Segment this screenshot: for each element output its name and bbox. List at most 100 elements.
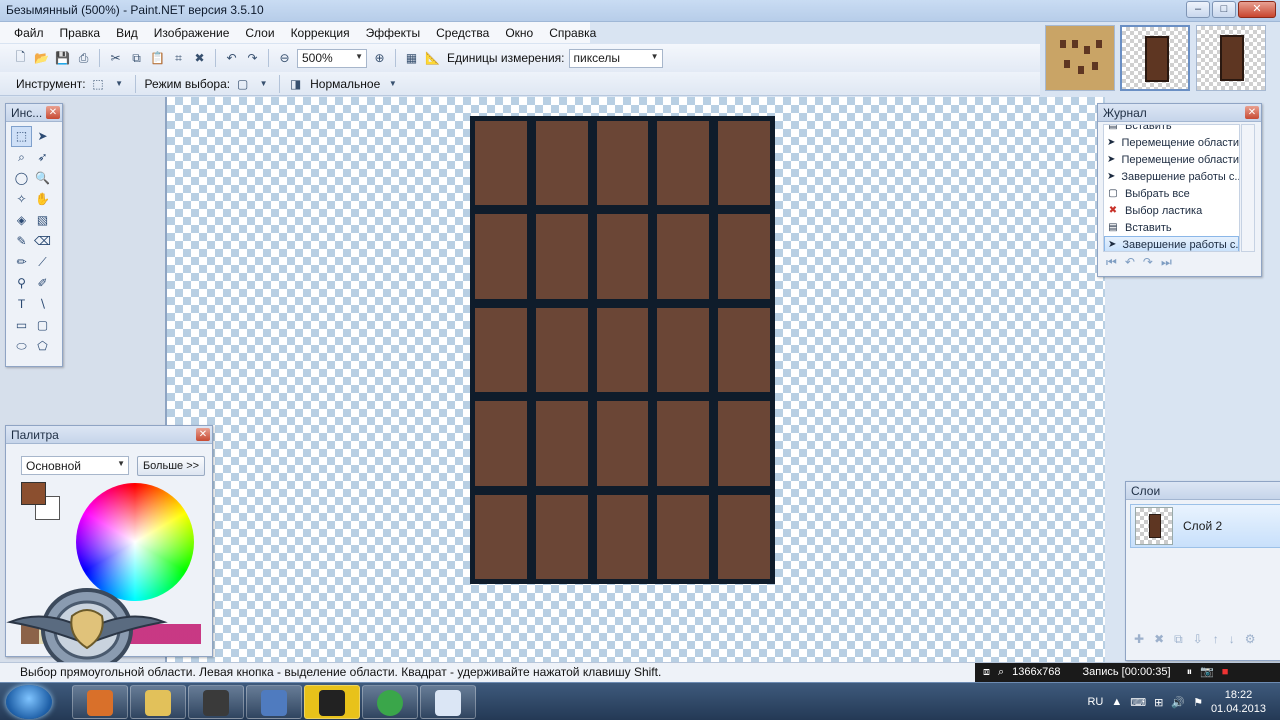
taskbar-app-paintnet[interactable] bbox=[420, 685, 476, 719]
taskbar-app-utorrent[interactable] bbox=[362, 685, 418, 719]
history-item[interactable]: ▤ Вставить bbox=[1104, 219, 1239, 236]
history-item[interactable]: ✖ Выбор ластика bbox=[1104, 202, 1239, 219]
menu-adjustments[interactable]: Коррекция bbox=[283, 26, 358, 40]
chevron-down-icon[interactable]: ▼ bbox=[111, 75, 128, 92]
volume-icon[interactable]: 🔊 bbox=[1171, 696, 1185, 709]
lasso-select-icon[interactable]: ⌕ bbox=[11, 147, 32, 168]
menu-effects[interactable]: Эффекты bbox=[358, 26, 429, 40]
menu-utilities[interactable]: Средства bbox=[428, 26, 497, 40]
search-icon[interactable]: ⌕ bbox=[998, 663, 1004, 682]
close-icon[interactable]: ✕ bbox=[46, 106, 60, 119]
clone-stamp-icon[interactable]: ⚲ bbox=[11, 273, 32, 294]
layer-properties-icon[interactable]: ⚙ bbox=[1245, 632, 1256, 647]
stop-icon[interactable]: ■ bbox=[1222, 663, 1229, 682]
open-file-icon[interactable]: 📂 bbox=[33, 50, 50, 67]
pan-icon[interactable]: ✋ bbox=[32, 189, 53, 210]
taskbar-app-player[interactable] bbox=[188, 685, 244, 719]
gradient-icon[interactable]: ▧ bbox=[32, 210, 53, 231]
more-colors-button[interactable]: Больше >> bbox=[137, 456, 205, 476]
duplicate-layer-icon[interactable]: ⧉ bbox=[1174, 632, 1183, 647]
history-item[interactable]: ▢ Выбрать все bbox=[1104, 185, 1239, 202]
image-thumbnail[interactable] bbox=[1120, 25, 1190, 91]
units-combo[interactable]: пикселы ▼ bbox=[568, 48, 663, 68]
taskbar-app-explorer[interactable] bbox=[130, 685, 186, 719]
palette-panel-header[interactable]: Палитра ✕ bbox=[6, 426, 212, 444]
rewind-icon[interactable]: ⏮ bbox=[1106, 255, 1117, 270]
close-button[interactable]: ✕ bbox=[1238, 1, 1276, 18]
camera-icon[interactable]: 📷 bbox=[1200, 663, 1214, 682]
delete-layer-icon[interactable]: ✖ bbox=[1154, 632, 1164, 647]
taskbar-app-browser[interactable] bbox=[72, 685, 128, 719]
menu-file[interactable]: Файл bbox=[6, 26, 52, 40]
close-icon[interactable]: ✕ bbox=[1245, 106, 1259, 119]
history-item[interactable]: ➤ Перемещение области bbox=[1104, 151, 1239, 168]
history-scrollbar[interactable] bbox=[1241, 124, 1255, 252]
layers-panel-header[interactable]: Слои bbox=[1126, 482, 1280, 500]
recolor-icon[interactable]: ✐ bbox=[32, 273, 53, 294]
rulers-icon[interactable]: 📐 bbox=[424, 50, 441, 67]
paste-icon[interactable]: 📋 bbox=[149, 50, 166, 67]
menu-image[interactable]: Изображение bbox=[146, 26, 238, 40]
pause-icon[interactable]: ⏸ bbox=[1187, 663, 1193, 682]
rectangle-icon[interactable]: ▭ bbox=[11, 315, 32, 336]
undo-icon[interactable]: ↶ bbox=[1125, 255, 1135, 270]
redo-icon[interactable]: ↷ bbox=[1143, 255, 1153, 270]
freeform-shape-icon[interactable]: ⬠ bbox=[32, 336, 53, 357]
zoom-in-icon[interactable]: ⊕ bbox=[371, 50, 388, 67]
primary-color-swatch[interactable] bbox=[21, 482, 46, 505]
tray-up-icon[interactable]: ▲ bbox=[1111, 696, 1122, 708]
add-layer-icon[interactable]: ✚ bbox=[1134, 632, 1144, 647]
move-layer-down-icon[interactable]: ↓ bbox=[1229, 632, 1235, 647]
maximize-button[interactable]: □ bbox=[1212, 1, 1236, 18]
chevron-down-icon[interactable]: ▼ bbox=[255, 75, 272, 92]
history-item[interactable]: ➤ Завершение работы с... bbox=[1104, 168, 1239, 185]
rect-select-icon[interactable]: ⬚ bbox=[11, 126, 32, 147]
image-thumbnail[interactable] bbox=[1045, 25, 1115, 91]
color-picker-icon[interactable]: ⟋ bbox=[32, 252, 53, 273]
move-selected-icon[interactable]: ➶ bbox=[32, 147, 53, 168]
blend-mode-value[interactable]: Нормальное bbox=[310, 77, 380, 91]
eraser-icon[interactable]: ⌫ bbox=[32, 231, 53, 252]
history-panel-header[interactable]: Журнал ✕ bbox=[1098, 104, 1261, 122]
paint-bucket-icon[interactable]: ◈ bbox=[11, 210, 32, 231]
crop-icon[interactable]: ⌗ bbox=[170, 50, 187, 67]
move-selection-icon[interactable]: ➤ bbox=[32, 126, 53, 147]
network-icon[interactable]: ⊞ bbox=[1154, 696, 1163, 709]
zoom-icon[interactable]: 🔍 bbox=[32, 168, 53, 189]
taskbar-app-aimp[interactable] bbox=[304, 685, 360, 719]
layer-row[interactable]: Слой 2 bbox=[1130, 504, 1280, 548]
language-indicator[interactable]: RU bbox=[1087, 696, 1103, 708]
flag-icon[interactable]: ⚑ bbox=[1193, 696, 1203, 709]
image-thumbnail[interactable] bbox=[1196, 25, 1266, 91]
save-icon[interactable]: 💾 bbox=[54, 50, 71, 67]
new-file-icon[interactable]: 🗋 bbox=[12, 50, 29, 67]
pencil-icon[interactable]: ✏ bbox=[11, 252, 32, 273]
merge-layer-icon[interactable]: ⇩ bbox=[1193, 632, 1203, 647]
history-item[interactable]: ➤ Перемещение области bbox=[1104, 134, 1239, 151]
move-layer-up-icon[interactable]: ↑ bbox=[1213, 632, 1219, 647]
ellipse-select-icon[interactable]: ◯ bbox=[11, 168, 32, 189]
taskbar-app-virtualbox[interactable] bbox=[246, 685, 302, 719]
rounded-rectangle-icon[interactable]: ▢ bbox=[32, 315, 53, 336]
resize-icon[interactable]: ⧈ bbox=[983, 663, 990, 682]
tray-device-icon[interactable]: ⌨ bbox=[1130, 696, 1146, 709]
palette-mode-combo[interactable]: Основной ▼ bbox=[21, 456, 129, 475]
grid-icon[interactable]: ▦ bbox=[403, 50, 420, 67]
line-curve-icon[interactable]: ∖ bbox=[32, 294, 53, 315]
selection-mode-icon[interactable]: ▢ bbox=[234, 75, 251, 92]
menu-edit[interactable]: Правка bbox=[52, 26, 109, 40]
close-icon[interactable]: ✕ bbox=[196, 428, 210, 441]
menu-view[interactable]: Вид bbox=[108, 26, 146, 40]
menu-window[interactable]: Окно bbox=[497, 26, 541, 40]
menu-layers[interactable]: Слои bbox=[237, 26, 282, 40]
deselect-icon[interactable]: ✖ bbox=[191, 50, 208, 67]
zoom-out-icon[interactable]: ⊖ bbox=[276, 50, 293, 67]
blend-mode-icon[interactable]: ◨ bbox=[287, 75, 304, 92]
cut-icon[interactable]: ✂ bbox=[107, 50, 124, 67]
history-item[interactable]: ▤ Вставить bbox=[1104, 125, 1239, 134]
magic-wand-icon[interactable]: ✧ bbox=[11, 189, 32, 210]
undo-icon[interactable]: ↶ bbox=[223, 50, 240, 67]
start-button[interactable] bbox=[6, 685, 52, 719]
zoom-combo[interactable]: 500% ▼ bbox=[297, 48, 367, 68]
ellipse-icon[interactable]: ⬭ bbox=[11, 336, 32, 357]
